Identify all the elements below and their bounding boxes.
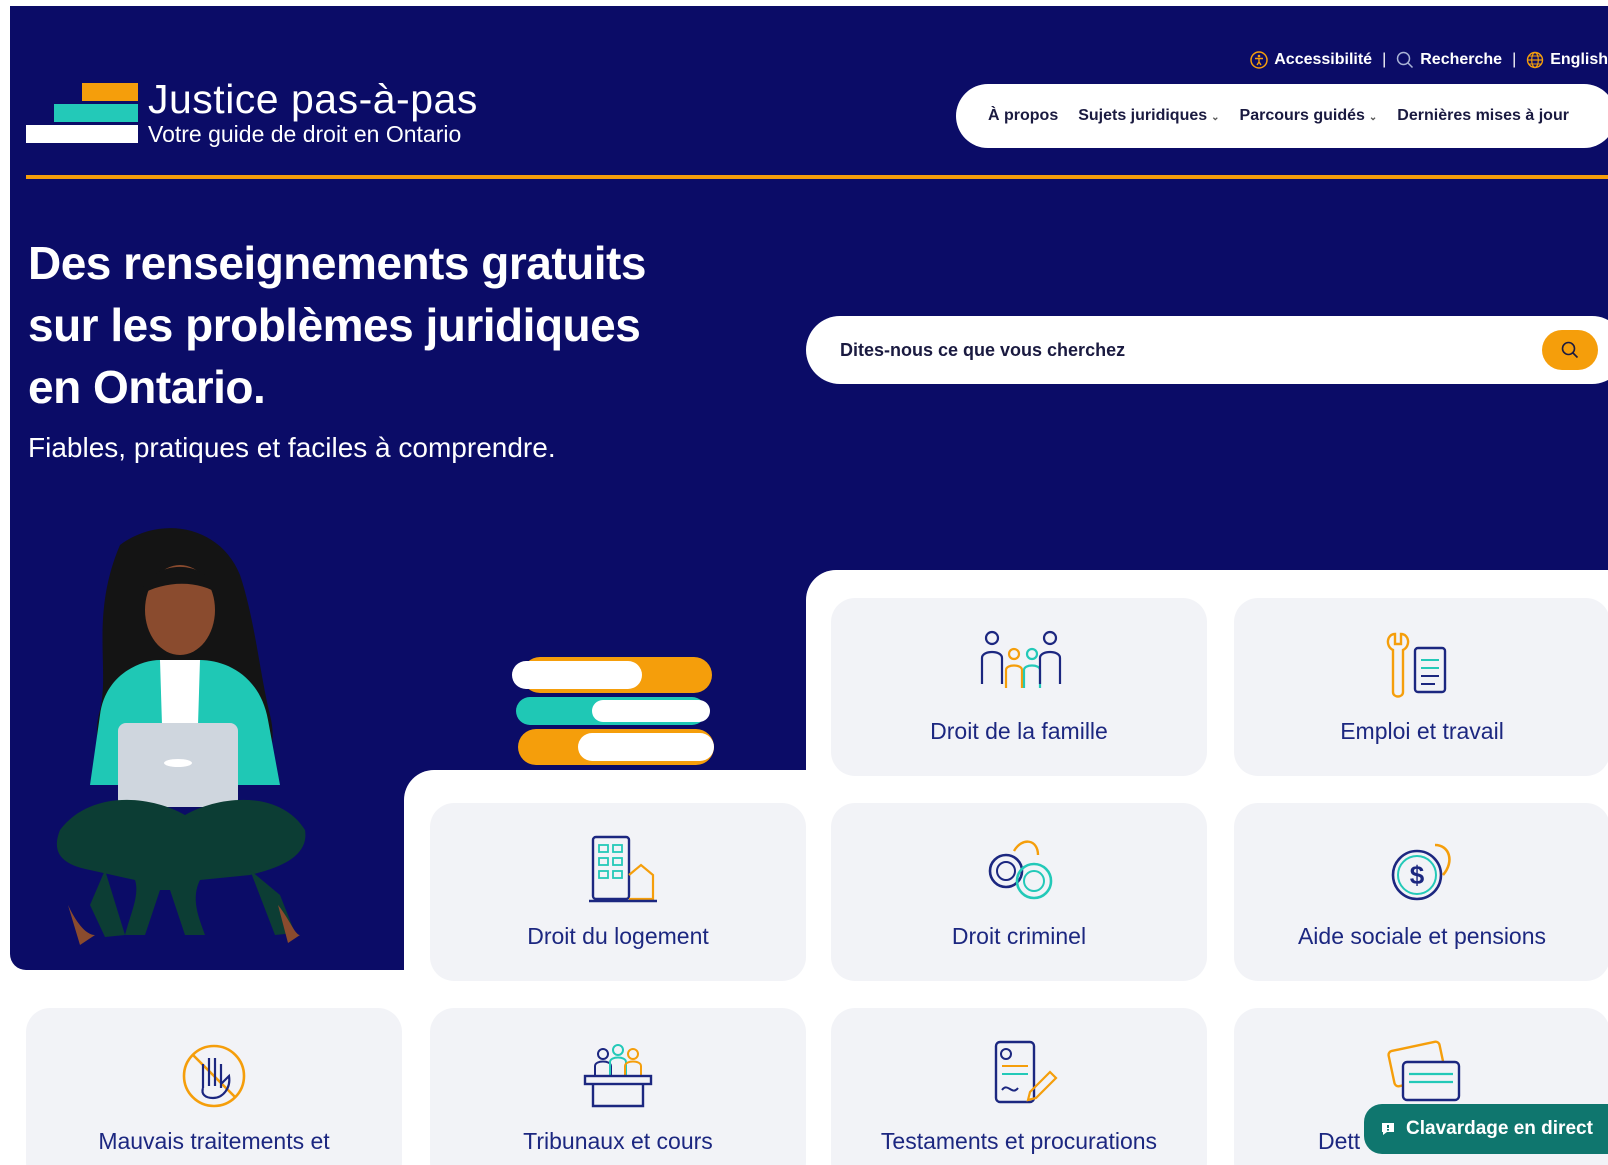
separator: | xyxy=(1382,51,1387,68)
work-tools-icon xyxy=(1386,632,1447,698)
books-illustration xyxy=(512,657,714,765)
main-nav: À propos Sujets juridiques ⌄ Parcours gui… xyxy=(956,84,1608,148)
family-icon xyxy=(980,630,1062,688)
housing-icon xyxy=(589,835,657,903)
topic-card-label: Emploi et travail xyxy=(1340,718,1504,744)
dollar-coin-icon: $ xyxy=(1391,843,1451,901)
chevron-down-icon: ⌄ xyxy=(1211,112,1220,123)
topic-card-work[interactable]: Emploi et travail xyxy=(1234,598,1608,776)
topic-card-label: Mauvais traitements et xyxy=(98,1128,330,1154)
woman-laptop-illustration xyxy=(56,528,306,945)
live-chat-label: Clavardage en direct xyxy=(1406,1118,1593,1139)
tribunal-icon xyxy=(583,1044,653,1108)
topic-card-wills[interactable]: Testaments et procurations xyxy=(831,1008,1207,1165)
nav-guided[interactable]: Parcours guidés ⌄ xyxy=(1240,107,1378,125)
accessibility-icon xyxy=(1250,51,1268,69)
svg-text:$: $ xyxy=(1410,860,1425,890)
logo-bar-teal xyxy=(54,104,138,122)
language-link[interactable]: English xyxy=(1526,51,1608,69)
topic-card-criminal[interactable]: Droit criminel xyxy=(831,803,1207,981)
logo-bar-orange xyxy=(82,83,138,101)
accessibility-label: Accessibilité xyxy=(1274,51,1373,68)
topic-card-abuse[interactable]: Mauvais traitements et xyxy=(26,1008,402,1165)
nav-updates[interactable]: Dernières mises à jour xyxy=(1397,107,1569,125)
search-input[interactable] xyxy=(840,334,1500,366)
search-button[interactable] xyxy=(1542,330,1598,370)
will-document-icon xyxy=(994,1040,1058,1104)
search-icon xyxy=(1561,341,1579,359)
search-link[interactable]: Recherche xyxy=(1396,51,1502,69)
nav-topics-label: Sujets juridiques xyxy=(1078,107,1208,124)
live-chat-button[interactable]: Clavardage en direct xyxy=(1364,1104,1608,1154)
search-bar xyxy=(806,316,1608,384)
accessibility-link[interactable]: Accessibilité xyxy=(1250,51,1372,69)
nav-guided-label: Parcours guidés xyxy=(1239,107,1365,124)
utility-bar: Accessibilité | Recherche | English xyxy=(1250,48,1608,72)
search-icon xyxy=(1396,51,1414,69)
topic-card-label: Droit criminel xyxy=(951,923,1087,949)
page-subtitle: Fiables, pratiques et faciles à comprend… xyxy=(28,432,556,463)
topic-card-housing[interactable]: Droit du logement xyxy=(430,803,806,981)
nav-about[interactable]: À propos xyxy=(988,107,1058,125)
nav-topics[interactable]: Sujets juridiques ⌄ xyxy=(1078,107,1219,125)
topic-card-tribunals[interactable]: Tribunaux et cours xyxy=(430,1008,806,1165)
language-label: English xyxy=(1550,51,1608,68)
handcuffs-icon xyxy=(988,840,1053,900)
topic-card-label: Droit du logement xyxy=(527,923,709,949)
page-title: Des renseignements gratuits sur les prob… xyxy=(28,237,646,413)
logo-name: Justice pas-à-pas xyxy=(148,76,478,122)
topic-card-social-assistance[interactable]: $ Aide sociale et pensions xyxy=(1234,803,1608,981)
logo-tagline: Votre guide de droit en Ontario xyxy=(148,121,462,147)
topic-card-label: Aide sociale et pensions xyxy=(1297,923,1547,949)
topic-card-label: Droit de la famille xyxy=(930,718,1108,744)
chevron-down-icon: ⌄ xyxy=(1368,112,1378,123)
topic-card-label: Tribunaux et cours xyxy=(523,1128,713,1154)
site-logo[interactable]: Justice pas-à-pas Votre guide de droit e… xyxy=(26,76,486,148)
topic-card-label: Testaments et procurations xyxy=(880,1128,1158,1154)
chat-icon xyxy=(1382,1123,1394,1135)
header-divider xyxy=(26,175,1608,179)
globe-icon xyxy=(1527,51,1544,69)
logo-bar-white xyxy=(26,125,138,143)
stop-hand-icon xyxy=(182,1044,246,1108)
topic-card-family[interactable]: Droit de la famille xyxy=(831,598,1207,776)
search-label: Recherche xyxy=(1420,51,1503,68)
separator: | xyxy=(1512,51,1517,68)
